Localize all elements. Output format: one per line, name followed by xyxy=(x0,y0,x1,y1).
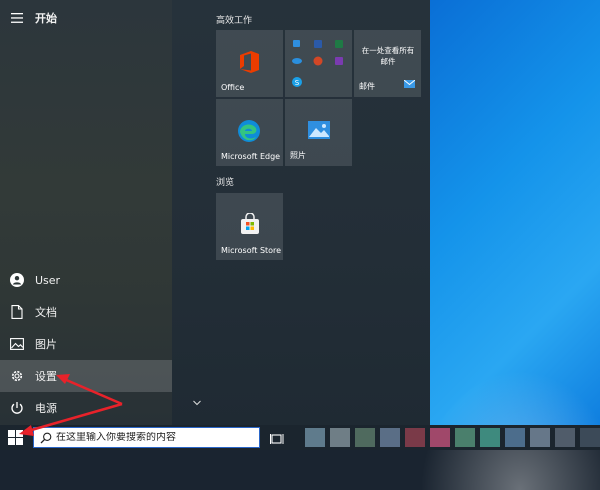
tile-office-apps-folder[interactable]: S xyxy=(285,30,352,97)
taskbar-app-12[interactable] xyxy=(580,428,600,447)
office-icon xyxy=(238,50,260,78)
taskbar-app-1[interactable] xyxy=(305,428,325,447)
windows-start-button[interactable] xyxy=(8,430,23,449)
group-label-productivity: 高效工作 xyxy=(216,16,253,26)
rail-item-settings-label: 设置 xyxy=(35,370,57,383)
taskbar-app-4[interactable] xyxy=(380,428,400,447)
taskbar-app-11[interactable] xyxy=(555,428,575,447)
rail-item-documents-label: 文档 xyxy=(35,306,57,319)
tile-store-label: Microsoft Store xyxy=(221,246,282,255)
tile-mail-label: 邮件 xyxy=(359,82,375,91)
document-icon xyxy=(9,304,25,320)
tile-mail-text: 在一处查看所有邮件 xyxy=(361,46,415,66)
rail-item-user-label: User xyxy=(35,273,61,287)
taskbar-app-3[interactable] xyxy=(355,428,375,447)
rail-item-user[interactable]: User xyxy=(0,264,172,296)
task-view-button[interactable] xyxy=(270,431,284,450)
start-menu: 开始 User 文档 图片 设置 电源 高效工作 Office S 在一处查看所… xyxy=(0,0,430,425)
office-apps-grid-icon: S xyxy=(292,40,343,87)
taskbar-search-box[interactable] xyxy=(33,427,260,448)
rail-item-pictures-label: 图片 xyxy=(35,338,57,351)
rail-item-pictures[interactable]: 图片 xyxy=(0,328,172,360)
search-icon xyxy=(40,432,52,444)
taskbar-app-10[interactable] xyxy=(530,428,550,447)
tiles-area: 高效工作 Office S 在一处查看所有邮件 邮件 Microsoft Edg… xyxy=(172,0,430,425)
taskbar xyxy=(0,425,600,450)
task-view-icon xyxy=(270,434,284,444)
photos-icon xyxy=(308,121,330,143)
desktop-wallpaper xyxy=(420,0,600,490)
windows-logo-icon xyxy=(8,430,23,445)
store-bag-icon xyxy=(239,212,261,239)
rail-item-settings[interactable]: 设置 xyxy=(0,360,172,392)
mail-envelope-icon xyxy=(403,73,416,92)
gear-icon xyxy=(9,368,25,384)
svg-text:S: S xyxy=(295,79,300,87)
tile-mail[interactable]: 在一处查看所有邮件 邮件 xyxy=(354,30,421,97)
taskbar-app-5[interactable] xyxy=(405,428,425,447)
tile-edge-label: Microsoft Edge xyxy=(221,152,281,161)
taskbar-app-8[interactable] xyxy=(480,428,500,447)
tile-photos[interactable]: 照片 xyxy=(285,99,352,166)
start-menu-left-rail: 开始 User 文档 图片 设置 电源 xyxy=(0,0,172,425)
rail-item-power-label: 电源 xyxy=(35,402,57,415)
tile-microsoft-store[interactable]: Microsoft Store xyxy=(216,193,283,260)
collapse-chevron-icon[interactable] xyxy=(193,391,201,410)
tile-office[interactable]: Office xyxy=(216,30,283,97)
group-label-browse: 浏览 xyxy=(216,178,235,188)
tile-microsoft-edge[interactable]: Microsoft Edge xyxy=(216,99,283,166)
power-icon xyxy=(9,400,25,416)
taskbar-app-6[interactable] xyxy=(430,428,450,447)
taskbar-app-7[interactable] xyxy=(455,428,475,447)
taskbar-app-2[interactable] xyxy=(330,428,350,447)
search-input[interactable] xyxy=(56,432,256,443)
taskbar-app-9[interactable] xyxy=(505,428,525,447)
picture-icon xyxy=(9,336,25,352)
tile-office-label: Office xyxy=(221,83,245,92)
rail-item-documents[interactable]: 文档 xyxy=(0,296,172,328)
start-menu-title: 开始 xyxy=(35,12,57,25)
rail-item-power[interactable]: 电源 xyxy=(0,392,172,424)
tile-photos-label: 照片 xyxy=(290,151,306,160)
hamburger-menu-button[interactable]: 开始 xyxy=(0,2,172,34)
user-avatar-icon xyxy=(9,272,25,288)
edge-icon xyxy=(237,119,261,147)
hamburger-icon xyxy=(9,10,25,26)
